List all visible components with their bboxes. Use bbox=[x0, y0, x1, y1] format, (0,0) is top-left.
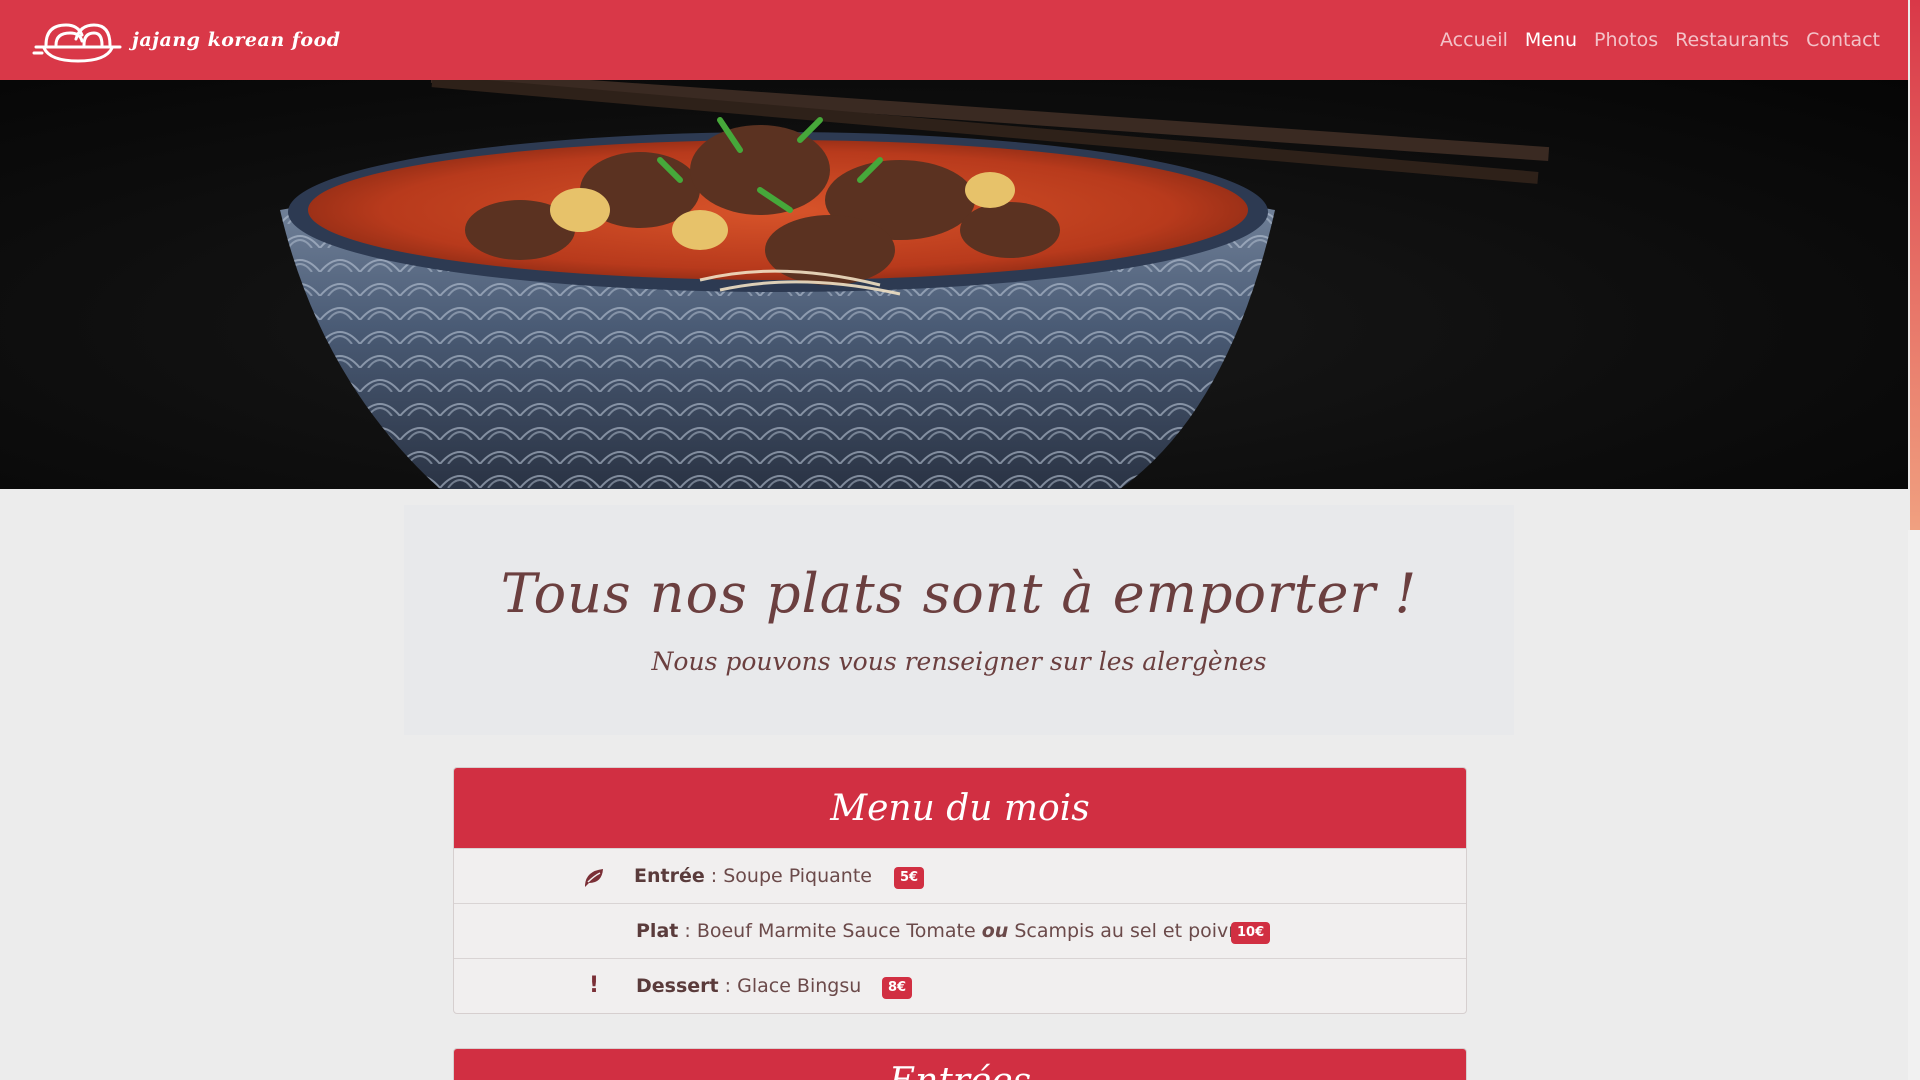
nav-link-photos[interactable]: Photos bbox=[1594, 29, 1658, 51]
dish-name: Glace Bingsu bbox=[737, 975, 862, 997]
price-badge: 5€ bbox=[894, 867, 925, 889]
price-badge: 8€ bbox=[882, 977, 913, 999]
leaf-icon bbox=[582, 865, 606, 889]
menu-du-mois-card: Menu du mois Entrée : Soupe Piquante 5€ … bbox=[453, 767, 1467, 1014]
separator: : bbox=[704, 865, 724, 887]
course-label: Plat bbox=[636, 920, 679, 942]
or-word: ou bbox=[981, 920, 1009, 942]
noodle-bowl-icon bbox=[32, 23, 122, 63]
hero-image bbox=[0, 80, 1908, 489]
brand-link[interactable]: jajang korean food bbox=[32, 15, 341, 65]
menu-row-plat: Plat : Boeuf Marmite Sauce Tomate ou Sca… bbox=[454, 903, 1466, 958]
entrees-title: Entrées bbox=[454, 1049, 1466, 1080]
separator: : bbox=[678, 920, 697, 942]
banner-subtitle: Nous pouvons vous renseigner sur les ale… bbox=[651, 647, 1267, 676]
separator: : bbox=[718, 975, 738, 997]
menu-row-dessert: ! Dessert : Glace Bingsu 8€ bbox=[454, 958, 1466, 1013]
hero-photo bbox=[280, 80, 1550, 489]
scrollbar-thumb[interactable] bbox=[1908, 0, 1920, 530]
nav-link-contact[interactable]: Contact bbox=[1806, 29, 1880, 51]
dish-name: Boeuf Marmite Sauce Tomate bbox=[696, 920, 976, 942]
takeaway-banner: Tous nos plats sont à emporter ! Nous po… bbox=[404, 505, 1514, 735]
menu-row-entree-text: Entrée : Soupe Piquante bbox=[634, 865, 872, 887]
menu-row-dessert-text: Dessert : Glace Bingsu bbox=[636, 975, 861, 997]
dish-name: Soupe Piquante bbox=[723, 865, 872, 887]
price-badge: 10€ bbox=[1231, 922, 1271, 944]
navbar: jajang korean food Accueil Menu Photos R… bbox=[0, 0, 1908, 80]
nav-link-restaurants[interactable]: Restaurants bbox=[1675, 29, 1789, 51]
nav-link-accueil[interactable]: Accueil bbox=[1440, 29, 1508, 51]
entrees-card: Entrées bbox=[453, 1048, 1467, 1080]
course-label: Entrée bbox=[634, 865, 705, 887]
menu-row-entree: Entrée : Soupe Piquante 5€ bbox=[454, 848, 1466, 903]
exclamation-icon: ! bbox=[588, 973, 600, 998]
brand-name: jajang korean food bbox=[132, 29, 341, 51]
dish-name-alt: Scampis au sel et poivre bbox=[1014, 920, 1248, 942]
menu-du-mois-title: Menu du mois bbox=[454, 768, 1466, 848]
course-label: Dessert bbox=[636, 975, 719, 997]
nav-links: Accueil Menu Photos Restaurants Contact bbox=[1440, 29, 1880, 51]
banner-title: Tous nos plats sont à emporter ! bbox=[500, 562, 1418, 625]
nav-link-menu[interactable]: Menu bbox=[1525, 29, 1577, 51]
menu-row-plat-text: Plat : Boeuf Marmite Sauce Tomate ou Sca… bbox=[636, 920, 1247, 942]
